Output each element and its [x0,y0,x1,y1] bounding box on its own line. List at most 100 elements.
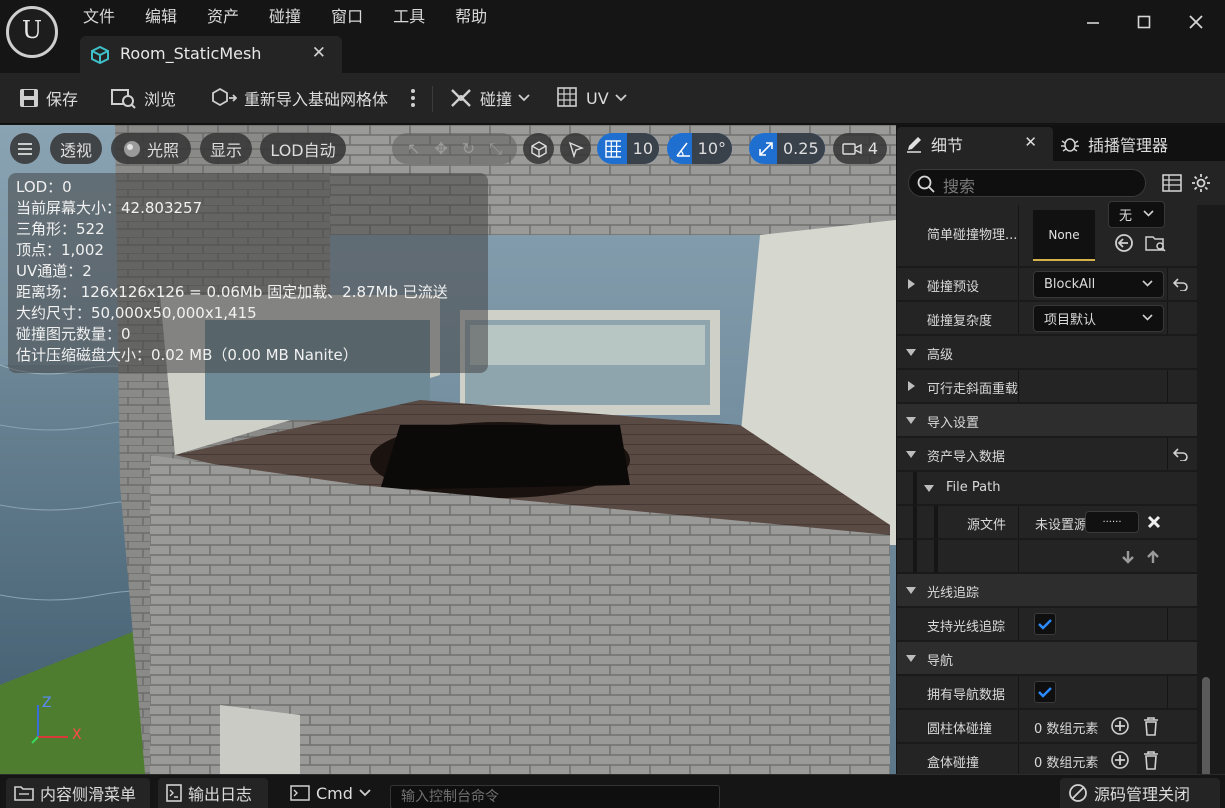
trash-icon[interactable] [1143,750,1159,770]
menu-tools[interactable]: 工具 [393,4,425,30]
coordinate-space-button[interactable] [523,133,554,164]
grid-snap-icon [605,139,621,158]
menu-asset[interactable]: 资产 [207,4,239,30]
collapse-arrow-icon[interactable] [906,587,916,594]
clear-x-icon[interactable] [1147,515,1161,529]
details-scrollbar[interactable] [1202,677,1210,774]
content-drawer-button[interactable]: 内容侧滑菜单 [6,778,150,808]
details-search-input[interactable]: 搜索 [908,169,1146,197]
document-tab-label: Room_StaticMesh [120,44,262,63]
stat-distance-field: 距离场： 126x126x126 = 0.06Mb 固定加载、2.87Mb 已流… [16,283,448,301]
lod-auto-button[interactable]: LOD自动 [260,133,346,164]
unreal-logo[interactable]: U [6,6,58,58]
trash-icon[interactable] [1143,716,1159,736]
category-import-settings[interactable]: 导入设置 [897,404,1197,437]
grid-snap-value[interactable]: 10 [626,133,659,164]
browse-asset-icon[interactable] [1145,233,1167,253]
close-icon[interactable]: ✕ [312,43,326,63]
minimize-icon[interactable] [1078,10,1108,34]
property-row-walkable-slope: 可行走斜面重载 [897,370,1197,403]
menu-help[interactable]: 帮助 [455,4,487,30]
maximize-icon[interactable] [1129,10,1159,34]
scale-snap-value[interactable]: 0.25 [777,133,825,164]
collapse-arrow-icon[interactable] [906,417,916,424]
surface-snap-icon [568,141,584,158]
menu-file[interactable]: 文件 [83,4,115,30]
rotation-snap-button[interactable]: 10° [667,133,732,164]
reset-to-default-icon[interactable] [1173,447,1189,461]
table-view-icon[interactable] [1162,174,1182,192]
collapse-arrow-icon[interactable] [906,349,916,356]
arrow-down-icon[interactable] [1121,550,1135,564]
save-button[interactable]: 保存 [18,73,78,123]
collapse-arrow-icon[interactable] [906,451,916,458]
material-thumbnail[interactable]: None [1033,210,1095,261]
collapse-arrow-icon[interactable] [906,655,916,662]
mesh-viewport[interactable]: 透视 光照 显示 LOD自动 ↖ ✥ ↻ ⤡ 10 10° 0.25 4 LOD… [0,125,896,774]
walkable-slope-label: 可行走斜面重载 [927,382,1019,397]
menu-edit[interactable]: 编辑 [145,4,177,30]
stat-collision-primitives: 碰撞图元数量：0 [16,325,131,343]
category-navigation[interactable]: 导航 [897,642,1197,675]
has-nav-data-checkbox[interactable] [1034,681,1056,703]
scale-snap-button[interactable]: 0.25 [749,133,825,164]
details-panel: 细节 ✕ 插播管理器 搜索 简单碰撞物理... None 无 碰撞预设 Bloc… [897,125,1225,774]
uv-dropdown-button[interactable]: UV [556,73,627,123]
add-element-icon[interactable] [1111,751,1129,769]
stat-lod: LOD：0 [16,178,72,196]
tab-plugin-label: 插播管理器 [1088,136,1169,155]
more-options-icon[interactable] [410,73,416,123]
lighting-button[interactable]: 光照 [111,133,191,164]
category-advanced[interactable]: 高级 [897,336,1197,369]
chevron-down-icon [1142,280,1153,287]
reimport-button[interactable]: 重新导入基础网格体 [212,73,388,123]
property-row-collision-complexity: 碰撞复杂度 项目默认 [897,302,1197,335]
surface-snap-button[interactable] [560,133,591,164]
grid-snap-button[interactable]: 10 [597,133,659,164]
show-button[interactable]: 显示 [200,133,252,164]
category-ray-tracing[interactable]: 光线追踪 [897,574,1197,607]
cmd-dropdown-button[interactable]: Cmd [282,778,380,808]
camera-speed-button[interactable]: 4 [833,133,887,164]
reset-to-default-icon[interactable] [1173,277,1189,291]
rotation-snap-value[interactable]: 10° [691,133,732,164]
window-close-icon[interactable] [1181,10,1211,34]
select-tool-icon[interactable]: ↖ [407,139,420,158]
expand-arrow-icon[interactable] [908,279,915,289]
collision-preset-combo[interactable]: BlockAll [1033,271,1164,298]
tab-plugin-manager[interactable]: 插播管理器 [1060,127,1220,161]
expand-arrow-icon[interactable] [908,381,915,391]
use-selected-asset-icon[interactable] [1114,233,1134,253]
collision-dropdown-button[interactable]: 碰撞 [448,73,530,123]
browse-button[interactable]: 浏览 [110,73,176,123]
translate-tool-icon[interactable]: ✥ [434,139,447,158]
arrow-up-icon[interactable] [1146,550,1160,564]
scale-tool-icon[interactable]: ⤡ [489,139,502,159]
menu-window[interactable]: 窗口 [331,4,363,30]
tab-details[interactable]: 细节 ✕ [897,127,1053,161]
output-log-button[interactable]: 输出日志 [158,778,268,808]
material-combo-label: 无 [1119,209,1133,224]
add-element-icon[interactable] [1111,717,1129,735]
perspective-button[interactable]: 透视 [50,133,102,164]
collision-complexity-combo[interactable]: 项目默认 [1033,305,1164,332]
search-placeholder: 搜索 [943,177,976,196]
menu-collision[interactable]: 碰撞 [269,4,301,30]
save-icon [20,89,38,107]
material-combo[interactable]: 无 [1108,201,1165,228]
viewport-menu-button[interactable] [10,133,40,164]
source-file-browse-button[interactable]: ...... [1085,511,1139,533]
close-icon[interactable]: ✕ [1024,133,1037,151]
source-control-button[interactable]: 源码管理关闭 [1060,778,1220,808]
document-tab[interactable]: Room_StaticMesh ✕ [80,36,342,73]
terminal-icon [290,785,310,801]
title-bar: U 文件 编辑 资产 碰撞 窗口 工具 帮助 Room_StaticMesh ✕ [0,0,1225,73]
console-command-input[interactable]: 输入控制台命令 [390,785,720,808]
settings-gear-icon[interactable] [1191,173,1211,193]
support-ray-tracing-checkbox[interactable] [1034,613,1056,635]
rotate-tool-icon[interactable]: ↻ [462,139,475,158]
column-separator [1018,268,1019,300]
category-advanced-label: 高级 [927,348,954,363]
collapse-arrow-icon[interactable] [924,485,934,492]
axis-z-label: Z [42,695,52,711]
